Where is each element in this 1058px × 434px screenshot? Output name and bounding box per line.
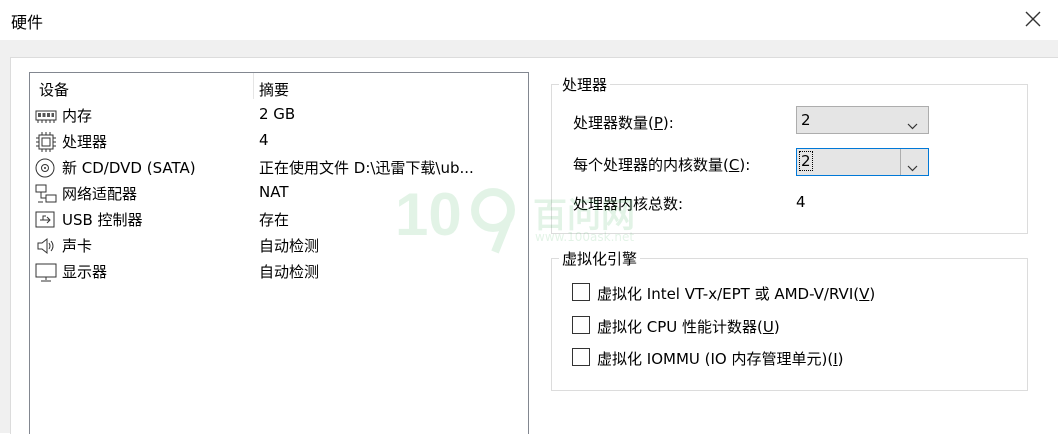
iommu-checkbox[interactable] (572, 348, 590, 366)
virtualization-group-label: 虚拟化引擎 (559, 248, 641, 269)
vtx-option-label[interactable]: 虚拟化 Intel VT-x/EPT 或 AMD-V/RVI(V) (597, 283, 875, 304)
device-summary: NAT (259, 183, 289, 201)
device-name: 处理器 (62, 133, 108, 151)
device-name: 网络适配器 (62, 185, 138, 203)
device-name: 新 CD/DVD (SATA) (62, 159, 196, 177)
device-name: 声卡 (62, 237, 93, 255)
cd-dvd-icon (35, 158, 57, 178)
device-summary: 自动检测 (259, 263, 320, 281)
device-row-usb[interactable]: USB 控制器 存在 (30, 207, 528, 233)
close-icon[interactable] (1020, 6, 1046, 32)
device-summary: 4 (259, 131, 269, 149)
chevron-down-icon (907, 116, 918, 134)
device-row-sound[interactable]: 声卡 自动检测 (30, 233, 528, 259)
cores-per-processor-label: 每个处理器的内核数量(C): (573, 156, 751, 174)
processor-count-select[interactable]: 2 (796, 106, 929, 134)
cores-per-processor-select[interactable]: 2 (796, 148, 929, 176)
cpu-counters-option-label[interactable]: 虚拟化 CPU 性能计数器(U) (597, 316, 780, 337)
device-summary: 正在使用文件 D:\迅雷下载\ub... (259, 159, 474, 177)
cores-per-processor-value: 2 (799, 151, 813, 171)
total-cores-value: 4 (796, 193, 806, 211)
window-title: 硬件 (11, 13, 44, 32)
processor-count-label: 处理器数量(P): (573, 114, 674, 132)
vtx-checkbox[interactable] (572, 283, 590, 301)
usb-icon (35, 210, 57, 230)
device-name: 内存 (62, 107, 93, 125)
column-header-device[interactable]: 设备 (39, 79, 69, 100)
processor-icon (35, 132, 57, 152)
processor-count-value: 2 (801, 111, 811, 129)
network-adapter-icon (35, 184, 57, 204)
column-separator[interactable] (253, 73, 254, 99)
device-row-display[interactable]: 显示器 自动检测 (30, 259, 528, 285)
iommu-option-label[interactable]: 虚拟化 IOMMU (IO 内存管理单元)(I) (597, 348, 843, 369)
device-row-memory[interactable]: 内存 2 GB (30, 103, 528, 129)
device-row-processor[interactable]: 处理器 4 (30, 129, 528, 155)
chevron-down-icon (907, 158, 918, 176)
total-cores-label: 处理器内核总数: (573, 195, 684, 213)
processor-group-label: 处理器 (559, 74, 611, 95)
device-row-network[interactable]: 网络适配器 NAT (30, 181, 528, 207)
cpu-counters-checkbox[interactable] (572, 316, 590, 334)
device-name: USB 控制器 (62, 211, 143, 229)
memory-icon (35, 106, 57, 126)
column-header-summary[interactable]: 摘要 (259, 79, 289, 100)
device-summary: 自动检测 (259, 237, 320, 255)
device-summary: 2 GB (259, 105, 296, 123)
device-name: 显示器 (62, 263, 108, 281)
device-list[interactable]: 设备 摘要 内存 2 GB 处理器 4 新 CD/DVD (SATA) 正在使用… (29, 72, 529, 434)
combo-divider (900, 149, 901, 175)
device-row-cd-dvd[interactable]: 新 CD/DVD (SATA) 正在使用文件 D:\迅雷下载\ub... (30, 155, 528, 181)
display-icon (35, 262, 57, 282)
sound-card-icon (35, 236, 57, 256)
title-bar: 硬件 (0, 0, 1058, 40)
device-summary: 存在 (259, 211, 290, 229)
